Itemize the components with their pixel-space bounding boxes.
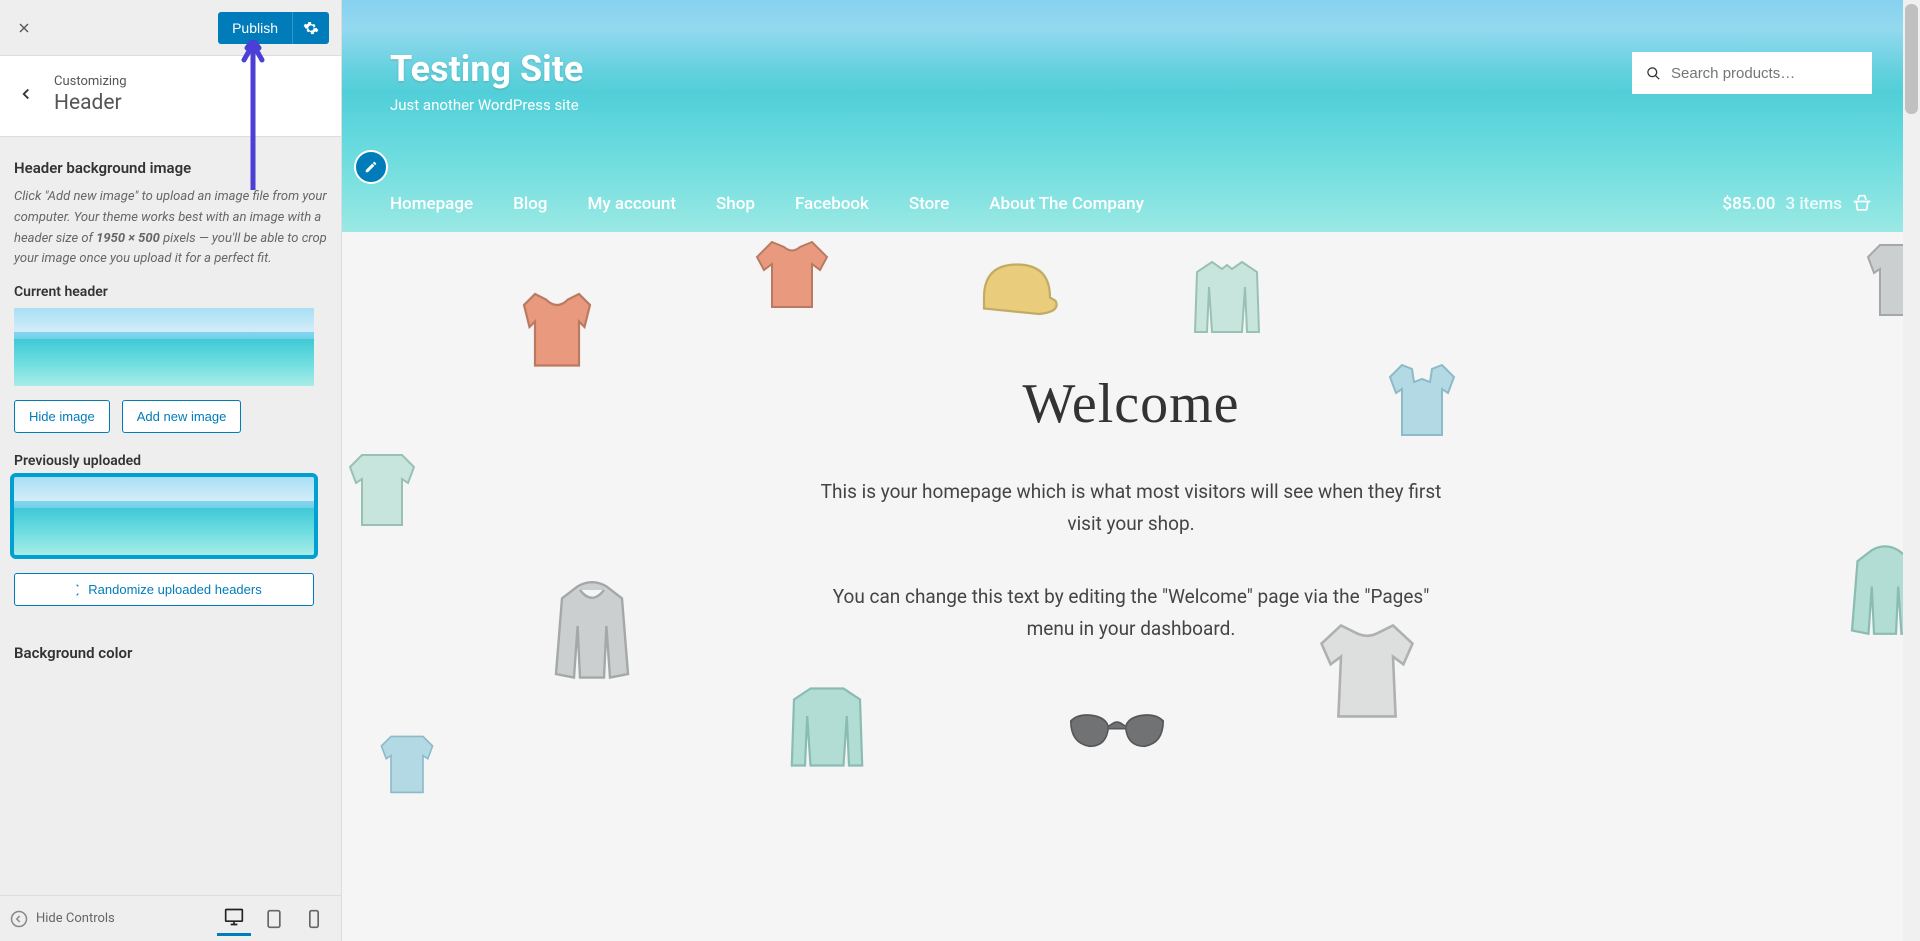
site-title[interactable]: Testing Site	[390, 48, 583, 90]
previously-uploaded-label: Previously uploaded	[14, 453, 327, 469]
search-icon	[1646, 65, 1661, 82]
close-icon	[16, 20, 32, 36]
nav-item[interactable]: My account	[587, 194, 676, 214]
shuffle-icon	[66, 583, 80, 597]
preview-scrollbar[interactable]	[1903, 0, 1920, 941]
randomize-headers-button[interactable]: Randomize uploaded headers	[14, 573, 314, 606]
primary-nav: Homepage Blog My account Shop Facebook S…	[390, 194, 1872, 214]
site-tagline: Just another WordPress site	[390, 96, 583, 114]
customizer-sidebar: Publish Customizing Header Header backgr…	[0, 0, 342, 941]
doodle-shirt-icon	[742, 222, 842, 322]
site-preview: Testing Site Just another WordPress site…	[342, 0, 1920, 941]
nav-item[interactable]: Store	[909, 194, 949, 214]
doodle-jacket-icon	[1172, 247, 1282, 347]
current-header-label: Current header	[14, 284, 327, 300]
doodle-cap-icon	[962, 247, 1072, 337]
control-description: Click "Add new image" to upload an image…	[14, 187, 327, 270]
nav-item[interactable]: Blog	[513, 194, 547, 214]
cart-total: $85.00	[1722, 194, 1775, 214]
back-button[interactable]	[12, 70, 40, 118]
gear-icon	[303, 20, 319, 36]
nav-item[interactable]: About The Company	[989, 194, 1144, 214]
pencil-icon	[364, 160, 378, 174]
doodle-jacket-icon	[772, 672, 882, 782]
sidebar-body: Header background image Click "Add new i…	[0, 137, 341, 895]
cart-link[interactable]: $85.00 3 items	[1722, 194, 1872, 214]
previously-uploaded-thumbnail[interactable]	[14, 477, 314, 555]
background-color-label: Background color	[14, 644, 327, 662]
publish-button[interactable]: Publish	[218, 12, 292, 44]
doodle-shirt-icon	[502, 272, 612, 382]
doodle-shirt-icon	[352, 722, 462, 802]
search-box[interactable]	[1632, 52, 1872, 94]
sidebar-footer: Hide Controls	[0, 895, 341, 941]
chevron-left-icon	[17, 85, 35, 103]
welcome-paragraph-1: This is your homepage which is what most…	[811, 476, 1451, 541]
search-input[interactable]	[1671, 65, 1858, 82]
basket-icon	[1852, 194, 1872, 214]
doodle-shirt-icon	[342, 432, 432, 542]
sidebar-topbar: Publish	[0, 0, 341, 56]
cart-items: 3 items	[1785, 194, 1842, 214]
hide-controls-button[interactable]: Hide Controls	[10, 910, 115, 928]
nav-item[interactable]: Facebook	[795, 194, 869, 214]
nav-item[interactable]: Homepage	[390, 194, 473, 214]
doodle-polo-icon	[1372, 342, 1472, 452]
customizing-label: Customizing	[54, 74, 127, 89]
page-content: Welcome This is your homepage which is w…	[342, 232, 1920, 772]
close-customizer-button[interactable]	[0, 0, 48, 56]
control-title: Header background image	[14, 159, 327, 177]
doodle-sunglasses-icon	[1062, 702, 1172, 762]
mobile-icon	[304, 909, 324, 929]
tablet-icon	[264, 909, 284, 929]
add-new-image-button[interactable]: Add new image	[122, 400, 242, 433]
publish-settings-button[interactable]	[292, 12, 329, 44]
edit-shortcut-button[interactable]	[354, 150, 388, 184]
section-title: Header	[54, 91, 127, 115]
device-tablet-button[interactable]	[257, 902, 291, 936]
section-header: Customizing Header	[0, 56, 341, 137]
device-desktop-button[interactable]	[217, 902, 251, 936]
hide-image-button[interactable]: Hide image	[14, 400, 110, 433]
nav-item[interactable]: Shop	[716, 194, 755, 214]
current-header-thumbnail[interactable]	[14, 308, 314, 386]
device-mobile-button[interactable]	[297, 902, 331, 936]
collapse-icon	[10, 910, 28, 928]
doodle-shirt-icon	[1302, 602, 1432, 732]
site-header: Testing Site Just another WordPress site…	[342, 0, 1920, 232]
desktop-icon	[224, 907, 244, 927]
doodle-hoodie-icon	[532, 572, 652, 692]
